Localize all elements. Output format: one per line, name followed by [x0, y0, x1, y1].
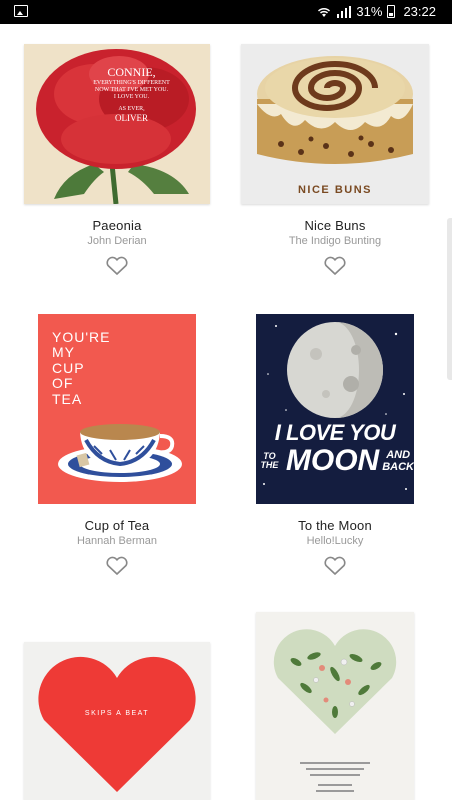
card-text: BACK [382, 461, 414, 473]
wifi-icon [318, 7, 331, 17]
red-heart-illustration [38, 656, 196, 792]
card-text: OLIVER [115, 113, 148, 124]
card-title[interactable]: Paeonia [22, 218, 212, 233]
card-image-cup-of-tea[interactable]: YOU'RE MY CUP OF TEA [38, 314, 196, 504]
card-image-floral-heart[interactable] [256, 612, 414, 800]
card-text: I LOVE YOU. [113, 93, 150, 100]
card-skips-a-beat[interactable]: SKIPS A BEAT [22, 642, 212, 800]
card-artist[interactable]: Hannah Berman [22, 535, 212, 547]
card-artist[interactable]: Hello!Lucky [240, 535, 430, 547]
card-artist[interactable]: John Derian [22, 235, 212, 247]
card-image-paeonia[interactable]: CONNIE, EVERYTHING'S DIFFERENT NOW THAT … [24, 44, 210, 204]
battery-icon [387, 5, 396, 18]
heart-icon[interactable] [105, 556, 129, 576]
card-nice-buns[interactable]: NICE BUNS Nice Buns The Indigo Bunting [240, 42, 430, 282]
notification-gallery-icon [14, 5, 28, 17]
cinnamon-bun-illustration [257, 56, 413, 164]
card-image-nice-buns[interactable]: NICE BUNS [241, 44, 429, 204]
card-to-the-moon[interactable]: I LOVE YOU TO THE MOON AND BACK To the M… [240, 312, 430, 582]
battery-percent: 31% [356, 4, 383, 19]
scrollbar[interactable] [447, 218, 452, 380]
clock: 23:22 [403, 4, 436, 19]
card-image-skips-a-beat[interactable]: SKIPS A BEAT [24, 642, 210, 800]
card-title[interactable]: Nice Buns [240, 218, 430, 233]
status-bar: 31% 23:22 [0, 0, 452, 24]
heart-icon[interactable] [323, 256, 347, 276]
card-text: CUP [52, 359, 85, 376]
card-artist[interactable]: The Indigo Bunting [240, 235, 430, 247]
card-text: SKIPS A BEAT [84, 710, 150, 717]
card-text: AND [386, 448, 411, 461]
signal-icon [337, 5, 352, 18]
card-title[interactable]: To the Moon [240, 518, 430, 533]
card-text: MY [52, 344, 75, 361]
heart-icon[interactable] [105, 256, 129, 276]
card-text: NOW THAT I'VE MET YOU. [94, 86, 169, 93]
heart-icon[interactable] [323, 556, 347, 576]
card-text: AS EVER, [118, 106, 145, 113]
card-text: MOON [285, 444, 380, 477]
card-text: NICE BUNS [297, 184, 372, 196]
card-paeonia[interactable]: CONNIE, EVERYTHING'S DIFFERENT NOW THAT … [22, 42, 212, 282]
card-floral-heart[interactable] [240, 612, 430, 800]
card-title[interactable]: Cup of Tea [22, 518, 212, 533]
card-text: I LOVE YOU [274, 420, 396, 445]
card-text: TEA [52, 390, 83, 407]
card-text: TO THE [260, 451, 279, 470]
card-text: EVERYTHING'S DIFFERENT [93, 79, 170, 86]
card-text: OF [52, 375, 74, 392]
floral-heart-illustration [273, 629, 397, 792]
card-text: CONNIE, [107, 65, 156, 79]
card-cup-of-tea[interactable]: YOU'RE MY CUP OF TEA Cup of Tea Hannah B… [22, 312, 212, 582]
card-image-to-the-moon[interactable]: I LOVE YOU TO THE MOON AND BACK [256, 314, 414, 504]
card-text: YOU'RE [52, 329, 111, 345]
